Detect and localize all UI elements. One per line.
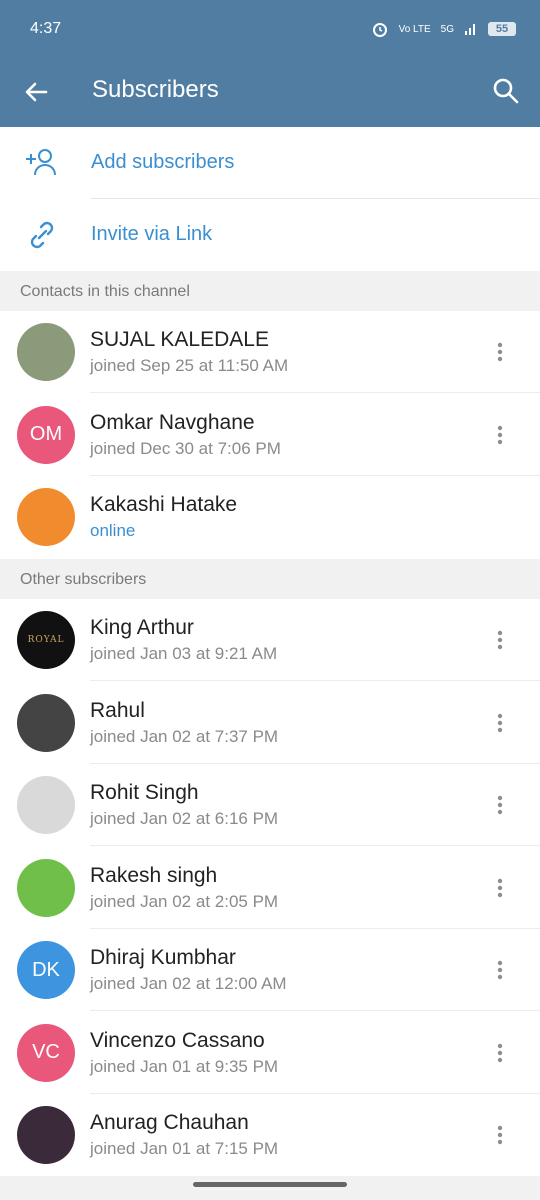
- avatar: [17, 776, 75, 834]
- invite-link-label: Invite via Link: [91, 223, 213, 245]
- more-options-icon[interactable]: [488, 1123, 512, 1147]
- subscriber-status: joined Dec 30 at 7:06 PM: [90, 438, 281, 458]
- subscriber-row[interactable]: Kakashi Hatake online: [0, 476, 540, 558]
- avatar: [17, 858, 75, 917]
- gesture-nav-bar: [0, 1176, 540, 1200]
- subscriber-name: King Arthur: [90, 616, 194, 639]
- alarm-icon: [372, 23, 387, 37]
- avatar-initials: OM: [29, 423, 63, 445]
- add-person-icon: [26, 149, 56, 176]
- avatar: [17, 693, 75, 752]
- section-header-contacts: Contacts in this channel: [0, 271, 540, 311]
- home-indicator[interactable]: [193, 1182, 347, 1187]
- signal-label: 5G: [440, 23, 454, 35]
- subscriber-status: joined Jan 01 at 9:35 PM: [90, 1056, 279, 1076]
- subscriber-row[interactable]: ROYAL King Arthur joined Jan 03 at 9:21 AM: [0, 599, 540, 681]
- subscriber-row[interactable]: Rahul joined Jan 02 at 7:37 PM: [0, 681, 540, 764]
- more-options-icon[interactable]: [488, 793, 512, 817]
- back-arrow-icon[interactable]: [20, 76, 52, 108]
- network-type: Vo LTE: [398, 23, 431, 35]
- avatar: [17, 1106, 75, 1164]
- more-options-icon[interactable]: [488, 1041, 512, 1065]
- subscriber-name: SUJAL KALEDALE: [90, 328, 269, 351]
- top-app-bar: 4:37 Vo LTE 5G 55 Subscribers: [0, 0, 540, 127]
- subscriber-row[interactable]: VC Vincenzo Cassano joined Jan 01 at 9:35 …: [0, 1011, 540, 1094]
- add-subscribers-button[interactable]: Add subscribers: [0, 127, 540, 199]
- avatar-initials: DK: [32, 958, 60, 981]
- more-options-icon[interactable]: [488, 876, 512, 900]
- subscriber-row[interactable]: OM Omkar Navghane joined Dec 30 at 7:06 PM: [0, 393, 540, 476]
- subscriber-row[interactable]: Rohit Singh joined Jan 02 at 6:16 PM: [0, 764, 540, 846]
- add-subscribers-label: Add subscribers: [91, 151, 235, 173]
- invite-link-button[interactable]: Invite via Link: [0, 199, 540, 271]
- subscriber-row[interactable]: Rakesh singh joined Jan 02 at 2:05 PM: [0, 846, 540, 929]
- avatar: [17, 323, 75, 381]
- signal-icon: [465, 24, 475, 35]
- section-header-others: Other subscribers: [0, 559, 540, 599]
- subscriber-name: Vincenzo Cassano: [90, 1028, 265, 1052]
- avatar-logo-text: ROYAL: [27, 635, 65, 645]
- more-options-icon[interactable]: [488, 711, 512, 735]
- more-options-icon[interactable]: [488, 340, 512, 364]
- subscriber-row[interactable]: Anurag Chauhan joined Jan 01 at 7:15 PM: [0, 1094, 540, 1176]
- avatar: DK: [17, 941, 75, 999]
- avatar-initials: VC: [32, 1041, 60, 1063]
- avatar: ROYAL: [17, 611, 75, 669]
- subscriber-status: online: [90, 521, 136, 540]
- more-options-icon[interactable]: [488, 628, 512, 652]
- avatar: OM: [17, 405, 75, 464]
- section-title: Contacts in this channel: [20, 283, 190, 300]
- link-icon: [30, 221, 54, 249]
- subscriber-name: Kakashi Hatake: [90, 493, 238, 516]
- subscriber-name: Omkar Navghane: [90, 410, 255, 434]
- app-bar: Subscribers: [0, 60, 540, 124]
- page-title: Subscribers: [92, 76, 219, 103]
- avatar: [17, 488, 75, 546]
- search-icon[interactable]: [490, 75, 522, 107]
- status-icons: Vo LTE 5G 55: [371, 20, 516, 38]
- status-bar: 4:37 Vo LTE 5G 55: [0, 0, 540, 60]
- more-options-icon[interactable]: [488, 958, 512, 982]
- subscriber-name: Rakesh singh: [90, 863, 218, 887]
- subscriber-name: Rohit Singh: [90, 781, 199, 804]
- battery-icon: 55: [488, 22, 516, 36]
- subscriber-name: Anurag Chauhan: [90, 1111, 249, 1134]
- avatar: VC: [17, 1023, 75, 1082]
- subscriber-status: joined Jan 02 at 6:16 PM: [90, 809, 279, 828]
- subscriber-name: Rahul: [90, 698, 145, 722]
- subscriber-status: joined Jan 02 at 12:00 AM: [90, 974, 287, 993]
- subscriber-status: joined Jan 01 at 7:15 PM: [90, 1139, 279, 1158]
- section-title: Other subscribers: [20, 571, 147, 588]
- subscriber-status: joined Sep 25 at 11:50 AM: [90, 356, 289, 375]
- subscriber-row[interactable]: DK Dhiraj Kumbhar joined Jan 02 at 12:00 A…: [0, 929, 540, 1011]
- subscriber-status: joined Jan 03 at 9:21 AM: [90, 644, 278, 663]
- battery-level: 55: [495, 23, 509, 35]
- status-time: 4:37: [30, 20, 62, 37]
- subscriber-row[interactable]: SUJAL KALEDALE joined Sep 25 at 11:50 AM: [0, 311, 540, 393]
- more-options-icon[interactable]: [488, 423, 512, 447]
- subscriber-status: joined Jan 02 at 2:05 PM: [90, 891, 279, 911]
- subscriber-name: Dhiraj Kumbhar: [90, 946, 236, 969]
- subscriber-status: joined Jan 02 at 7:37 PM: [90, 726, 279, 746]
